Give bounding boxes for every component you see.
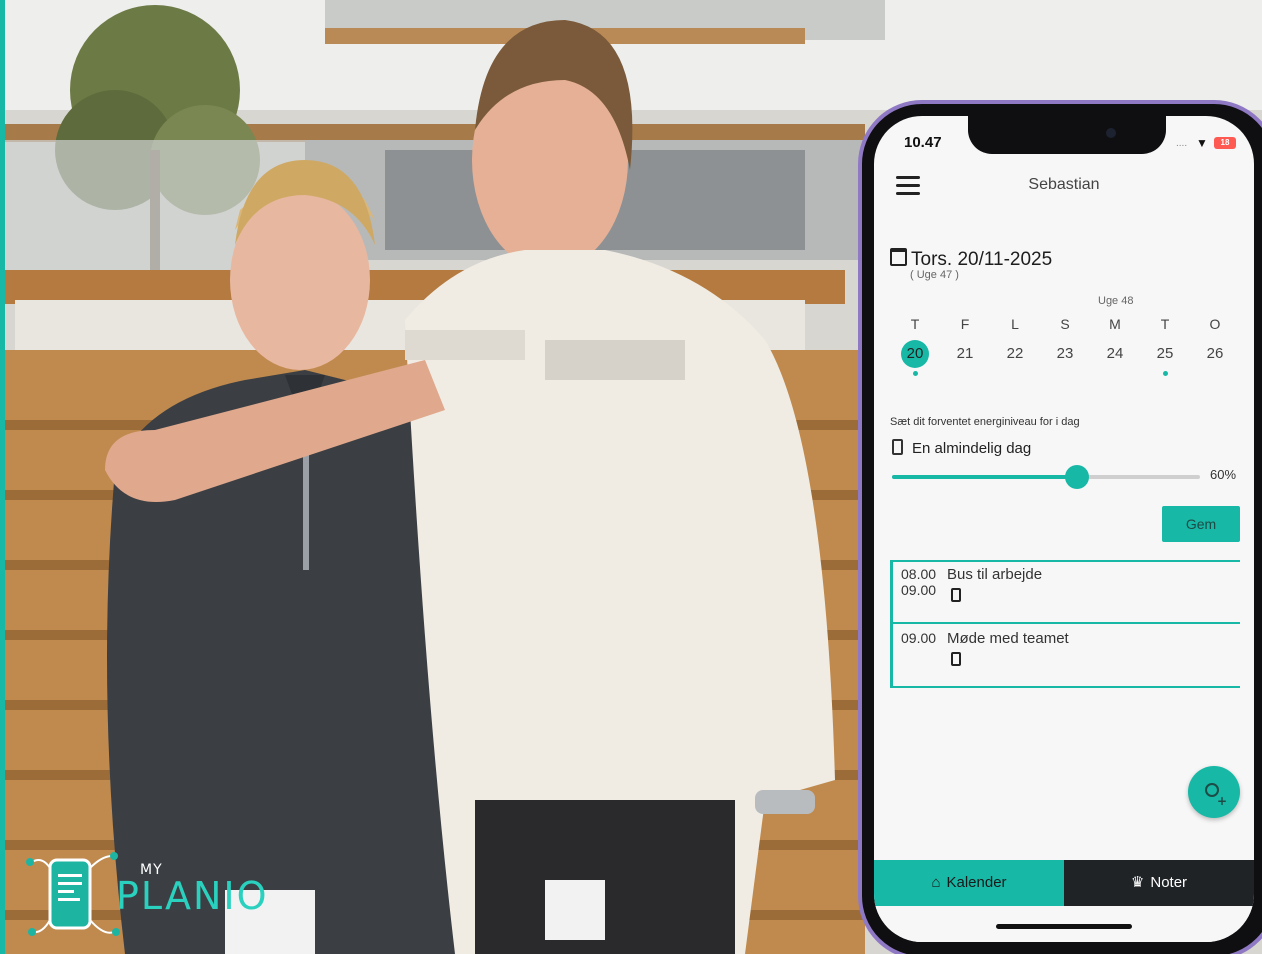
battery-level-icon: [892, 439, 903, 455]
phone-logo-icon: [26, 852, 120, 936]
home-indicator[interactable]: [996, 924, 1132, 929]
day-letter: M: [1109, 316, 1121, 332]
header-title: Sebastian: [1028, 176, 1100, 193]
current-date-text: Tors. 20/11-2025: [911, 249, 1053, 270]
phone-screen: 10.47 .... ▼ 18 Sebastian Tors. 20/11-20…: [874, 116, 1254, 942]
event-end-time: 09.00: [901, 582, 937, 598]
crown-icon: ♛: [1130, 874, 1145, 891]
plus-icon: +: [1217, 794, 1228, 808]
energy-slider[interactable]: [892, 465, 1200, 489]
calendar-icon: [890, 248, 907, 266]
day-number: 23: [1056, 345, 1074, 362]
event-item[interactable]: 09.00 Møde med teamet: [890, 624, 1240, 688]
event-dot: [912, 371, 918, 376]
tab-kalender[interactable]: ⌂ Kalender: [874, 860, 1064, 906]
day-letter: T: [1160, 316, 1170, 332]
event-dot: [1162, 371, 1168, 376]
day-letter: L: [1011, 316, 1019, 332]
next-week-label: Uge 48: [1098, 295, 1134, 307]
day-number: 21: [956, 345, 974, 362]
day-number-selected: 20: [901, 340, 929, 368]
day-number: 24: [1106, 345, 1124, 362]
event-item[interactable]: 08.00 09.00 Bus til arbejde: [890, 560, 1240, 624]
day-item[interactable]: T 20: [890, 316, 940, 376]
event-start-time: 09.00: [901, 630, 937, 646]
day-letter: O: [1209, 316, 1221, 332]
day-item[interactable]: F 21: [940, 316, 990, 368]
tab-kalender-label: Kalender: [946, 874, 1007, 891]
battery-icon: [951, 652, 961, 666]
signal-icon: ....: [1176, 138, 1188, 149]
day-number: 25: [1156, 345, 1174, 362]
slider-thumb[interactable]: [1064, 465, 1089, 489]
slider-fill: [892, 475, 1077, 479]
tab-noter-label: Noter: [1150, 874, 1188, 891]
energy-percent: 60%: [1210, 467, 1237, 482]
day-letter: T: [910, 316, 920, 332]
camera-icon: [1106, 128, 1116, 138]
energy-value-text: En almindelig dag: [912, 440, 1032, 457]
status-time: 10.47: [904, 134, 942, 151]
event-list: 08.00 09.00 Bus til arbejde 09.00 Møde m…: [890, 560, 1240, 688]
event-title: Bus til arbejde: [947, 566, 1043, 583]
day-item[interactable]: L 22: [990, 316, 1040, 368]
battery-icon: [951, 588, 961, 602]
event-start-time: 08.00: [901, 566, 937, 582]
logo-name-text: PLANIO: [116, 874, 269, 918]
day-item[interactable]: O 26: [1190, 316, 1240, 368]
week-number: ( Uge 47 ): [910, 269, 959, 281]
tab-noter[interactable]: ♛ Noter: [1064, 860, 1254, 906]
day-letter: S: [1060, 316, 1070, 332]
day-letter: F: [960, 316, 970, 332]
day-number: 22: [1006, 345, 1024, 362]
day-item[interactable]: T 25: [1140, 316, 1190, 376]
day-number: 26: [1206, 345, 1224, 362]
event-title: Møde med teamet: [947, 630, 1069, 647]
current-date[interactable]: Tors. 20/11-2025: [890, 248, 1052, 271]
phone-notch: [968, 116, 1166, 154]
wifi-icon: ▼: [1196, 136, 1208, 150]
day-item[interactable]: S 23: [1040, 316, 1090, 368]
energy-value: En almindelig dag: [892, 439, 1031, 457]
planio-logo: MY PLANIO: [22, 846, 292, 942]
add-time-button[interactable]: +: [1188, 766, 1240, 818]
slide: MY PLANIO 10.47 .... ▼ 18 Sebastian Tors…: [0, 0, 1262, 954]
save-button[interactable]: Gem: [1162, 506, 1240, 542]
tab-bar: ⌂ Kalender ♛ Noter: [874, 860, 1254, 906]
home-icon: ⌂: [931, 874, 941, 891]
day-item[interactable]: M 24: [1090, 316, 1140, 368]
energy-prompt: Sæt dit forventet energiniveau for i dag: [890, 416, 1080, 428]
battery-icon: 18: [1214, 137, 1236, 149]
